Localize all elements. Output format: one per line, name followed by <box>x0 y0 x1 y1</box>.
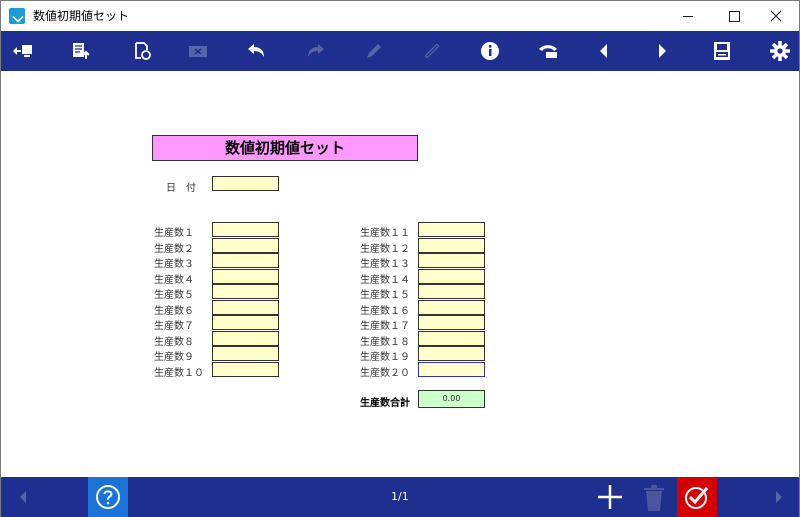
production-field[interactable] <box>212 268 279 284</box>
production-label: 生産数９ <box>154 352 194 363</box>
production-field[interactable] <box>212 253 279 268</box>
form-title: 数値初期値セット <box>152 135 418 161</box>
production-label: 生産数４ <box>154 274 194 286</box>
pen-button[interactable] <box>359 37 389 65</box>
next-icon <box>659 44 666 58</box>
redo-button[interactable] <box>301 37 331 65</box>
production-label: 生産数１７ <box>360 321 410 332</box>
date-field[interactable] <box>212 176 279 191</box>
production-field[interactable] <box>418 315 485 330</box>
production-field[interactable] <box>418 361 485 377</box>
info-button[interactable] <box>475 37 505 65</box>
total-field: 0.00 <box>418 390 485 408</box>
chevron-left-icon <box>20 491 26 503</box>
production-label: 生産数３ <box>154 259 194 270</box>
production-label: 生産数６ <box>154 305 194 317</box>
production-field[interactable] <box>418 346 485 361</box>
pen-icon <box>367 44 381 58</box>
next-button[interactable] <box>647 37 677 65</box>
bottom-bar: 1/1 <box>1 477 799 517</box>
production-label: 生産数１９ <box>360 352 410 363</box>
production-field[interactable] <box>418 284 485 299</box>
production-label: 生産数７ <box>154 321 194 332</box>
production-field[interactable] <box>212 284 279 299</box>
prev-button[interactable] <box>589 37 619 65</box>
upload-button[interactable] <box>65 37 95 65</box>
production-field[interactable] <box>212 330 279 346</box>
close-icon <box>770 10 782 22</box>
production-label: 生産数１６ <box>360 305 410 317</box>
link-icon <box>425 44 439 58</box>
gear-icon <box>770 41 790 61</box>
link-button[interactable] <box>417 37 447 65</box>
clear-button[interactable] <box>183 37 213 65</box>
phone-button[interactable] <box>533 37 563 65</box>
plus-icon <box>598 485 622 509</box>
undo-button[interactable] <box>241 37 271 65</box>
production-field[interactable] <box>212 237 279 253</box>
check-circle-icon <box>685 487 709 509</box>
settings-button[interactable] <box>765 37 795 65</box>
title-bar: 数値初期値セット <box>1 1 799 31</box>
document-refresh-icon <box>135 42 151 60</box>
production-field[interactable] <box>418 222 485 237</box>
undo-icon <box>248 44 264 57</box>
production-label: 生産数１２ <box>360 243 410 255</box>
total-label: 生産数合計 <box>360 398 410 409</box>
document-upload-icon <box>73 43 90 59</box>
production-label: 生産数１５ <box>360 290 410 301</box>
add-button[interactable] <box>595 482 625 512</box>
next-page-button[interactable] <box>769 485 789 509</box>
date-label: 日 付 <box>166 183 196 194</box>
page-indicator: 1/1 <box>391 490 409 503</box>
info-icon <box>481 42 499 60</box>
production-label: 生産数１ <box>154 228 194 239</box>
production-field[interactable] <box>418 299 485 315</box>
production-label: 生産数１１ <box>360 228 410 239</box>
phone-icon <box>539 45 557 58</box>
app-window: 数値初期値セット 数値初期値セット 日 付 生産数１ 生産数２ 生産数３ 生産数… <box>0 0 800 517</box>
maximize-button[interactable] <box>711 1 757 31</box>
minimize-button[interactable] <box>665 1 711 31</box>
production-field[interactable] <box>418 330 485 346</box>
production-label: 生産数２０ <box>360 367 410 379</box>
confirm-button[interactable] <box>677 477 717 517</box>
production-label: 生産数８ <box>154 336 194 348</box>
exit-icon <box>13 45 32 57</box>
production-field[interactable] <box>212 299 279 315</box>
prev-page-button[interactable] <box>13 485 33 509</box>
production-label: 生産数１８ <box>360 336 410 348</box>
production-field[interactable] <box>212 361 279 377</box>
print-button[interactable] <box>707 37 737 65</box>
toolbar <box>1 31 799 71</box>
production-field[interactable] <box>418 237 485 253</box>
production-field[interactable] <box>212 222 279 237</box>
print-icon <box>714 42 730 60</box>
help-icon <box>96 485 120 509</box>
delete-button[interactable] <box>641 483 667 513</box>
exit-button[interactable] <box>7 37 37 65</box>
production-label: 生産数５ <box>154 290 194 301</box>
window-title: 数値初期値セット <box>33 9 130 23</box>
clear-icon <box>189 46 207 57</box>
production-label: 生産数１３ <box>360 259 410 270</box>
trash-icon <box>644 485 664 511</box>
production-field[interactable] <box>418 268 485 284</box>
chevron-right-icon <box>776 491 782 503</box>
production-label: 生産数２ <box>154 243 194 255</box>
refresh-button[interactable] <box>127 37 157 65</box>
prev-icon <box>600 44 607 58</box>
production-label: 生産数１０ <box>154 367 204 379</box>
production-label: 生産数１４ <box>360 274 410 286</box>
redo-icon <box>308 44 324 57</box>
app-icon <box>9 8 25 24</box>
production-field[interactable] <box>212 346 279 361</box>
help-button[interactable] <box>88 477 128 517</box>
production-field[interactable] <box>212 315 279 330</box>
close-button[interactable] <box>753 1 799 31</box>
production-field[interactable] <box>418 253 485 268</box>
